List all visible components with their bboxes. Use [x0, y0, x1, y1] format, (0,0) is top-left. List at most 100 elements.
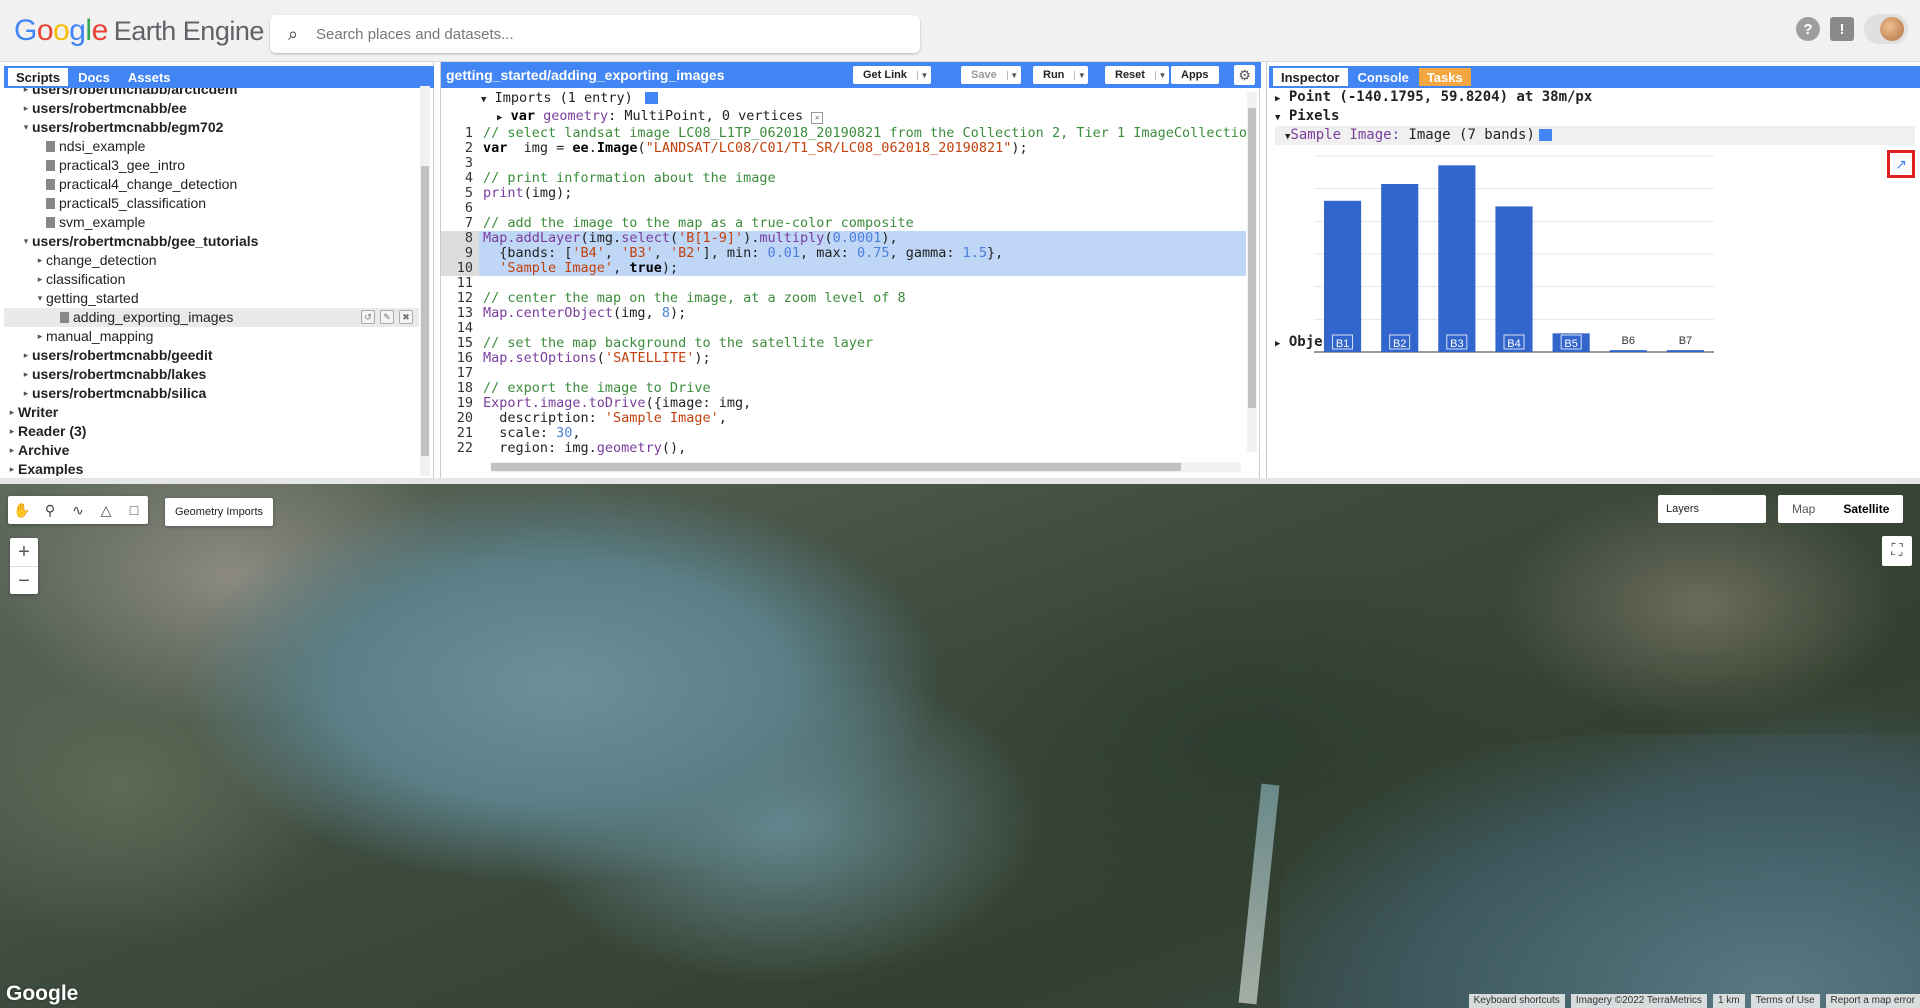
script-folder-item[interactable]: ▾ getting_started — [4, 289, 419, 308]
code-line[interactable]: 1 // select landsat image LC08_L1TP_06201… — [441, 126, 1246, 141]
script-file-item[interactable]: practical5_classification — [4, 194, 419, 213]
line-number[interactable]: 2 — [441, 141, 479, 156]
script-file-item[interactable]: ndsi_example — [4, 137, 419, 156]
line-number[interactable]: 7 — [441, 216, 479, 231]
line-number[interactable]: 1 — [441, 126, 479, 141]
chevron-down-icon[interactable]: ▾ — [34, 289, 46, 308]
script-folder-item[interactable]: ▸ users/robertmcnabb/geedit — [4, 346, 419, 365]
chart-bar[interactable] — [1609, 350, 1647, 352]
code-line[interactable]: 6 — [441, 201, 1246, 216]
code-line[interactable]: 5 print(img); — [441, 186, 1246, 201]
script-folder-item[interactable]: ▸ users/robertmcnabb/ee — [4, 99, 419, 118]
chevron-down-icon[interactable]: ▼ — [1154, 70, 1169, 80]
code-line[interactable]: 10 'Sample Image', true); — [441, 261, 1246, 276]
code-line[interactable]: 15 // set the map background to the satel… — [441, 336, 1246, 351]
line-number[interactable]: 3 — [441, 156, 479, 171]
chevron-down-icon[interactable]: ▼ — [1074, 70, 1088, 80]
chart-bar[interactable] — [1666, 350, 1704, 352]
logo[interactable]: Google Earth Engine — [14, 14, 264, 48]
chevron-right-icon[interactable]: ▸ — [6, 403, 18, 422]
chevron-right-icon[interactable]: ▸ — [20, 99, 32, 118]
line-number[interactable]: 11 — [441, 276, 479, 291]
zoom-in-icon[interactable]: + — [10, 538, 38, 566]
code-line[interactable]: 18 // export the image to Drive — [441, 381, 1246, 396]
terms-link[interactable]: Terms of Use — [1750, 994, 1820, 1008]
code-line[interactable]: 11 — [441, 276, 1246, 291]
editor-horizontal-scrollbar[interactable] — [491, 462, 1241, 472]
tab-inspector[interactable]: Inspector — [1273, 68, 1348, 86]
code-line[interactable]: 8 Map.addLayer(img.select('B[1-9]').multi… — [441, 231, 1246, 246]
script-folder-item[interactable]: ▸ users/robertmcnabb/silica — [4, 384, 419, 403]
script-folder-item[interactable]: ▸ Archive — [4, 441, 419, 460]
zoom-out-icon[interactable]: − — [10, 566, 38, 594]
line-number[interactable]: 4 — [441, 171, 479, 186]
run-button[interactable]: Run ▼ — [1033, 66, 1089, 84]
line-number[interactable]: 20 — [441, 411, 479, 426]
keyboard-shortcuts-link[interactable]: Keyboard shortcuts — [1468, 994, 1565, 1008]
line-number[interactable]: 13 — [441, 306, 479, 321]
list-icon[interactable] — [1538, 129, 1552, 141]
apps-button[interactable]: Apps — [1171, 66, 1219, 84]
edit-icon[interactable]: ✎ — [380, 310, 394, 324]
chevron-down-icon[interactable]: ▾ — [20, 232, 32, 251]
line-number[interactable]: 15 — [441, 336, 479, 351]
line-icon[interactable]: ∿ — [64, 496, 92, 524]
gear-icon[interactable]: ⚙ — [1234, 65, 1255, 85]
line-number[interactable]: 8 — [441, 231, 479, 246]
code-line[interactable]: 3 — [441, 156, 1246, 171]
script-folder-item[interactable]: ▸ Writer — [4, 403, 419, 422]
map-type-satellite[interactable]: Satellite — [1829, 495, 1903, 523]
code-line[interactable]: 16 Map.setOptions('SATELLITE'); — [441, 351, 1246, 366]
line-number[interactable]: 5 — [441, 186, 479, 201]
import-row[interactable]: ▶ var geometry: MultiPoint, 0 vertices ✕ — [441, 107, 1241, 125]
chevron-right-icon[interactable]: ▸ — [20, 346, 32, 365]
script-file-item[interactable]: practical3_gee_intro — [4, 156, 419, 175]
code-line[interactable]: 20 description: 'Sample Image', — [441, 411, 1246, 426]
save-button[interactable]: Save ▼ — [961, 66, 1021, 84]
line-number[interactable]: 6 — [441, 201, 479, 216]
line-number[interactable]: 18 — [441, 381, 479, 396]
chevron-right-icon[interactable]: ▸ — [20, 365, 32, 384]
geometry-imports-button[interactable]: Geometry Imports — [165, 498, 274, 526]
chevron-right-icon[interactable]: ▸ — [6, 422, 18, 441]
tab-scripts[interactable]: Scripts — [8, 68, 69, 86]
script-file-item[interactable]: svm_example — [4, 213, 419, 232]
hand-icon[interactable]: ✋ — [8, 496, 36, 524]
tab-console[interactable]: Console — [1350, 68, 1417, 86]
chevron-right-icon[interactable]: ▸ — [34, 270, 46, 289]
code-line[interactable]: 13 Map.centerObject(img, 8); — [441, 306, 1246, 321]
tab-assets[interactable]: Assets — [120, 68, 179, 86]
map-type-map[interactable]: Map — [1778, 495, 1829, 523]
script-folder-item[interactable]: ▸ Reader (3) — [4, 422, 419, 441]
script-folder-item[interactable]: ▸ classification — [4, 270, 419, 289]
feedback-icon[interactable]: ! — [1830, 17, 1854, 41]
chevron-down-icon[interactable]: ▼ — [917, 70, 931, 80]
sample-image-row[interactable]: ▼Sample Image: Image (7 bands) — [1275, 126, 1915, 145]
code-line[interactable]: 12 // center the map on the image, at a z… — [441, 291, 1246, 306]
code-line[interactable]: 22 region: img.geometry(), — [441, 441, 1246, 456]
chevron-down-icon[interactable]: ▼ — [1006, 70, 1021, 80]
chart-bar[interactable] — [1324, 200, 1362, 352]
code-line[interactable]: 7 // add the image to the map as a true-c… — [441, 216, 1246, 231]
list-icon[interactable] — [644, 92, 658, 104]
fullscreen-icon[interactable]: ⛶ — [1882, 536, 1912, 566]
line-number[interactable]: 16 — [441, 351, 479, 366]
scrollbar-thumb[interactable] — [1248, 108, 1256, 408]
code-line[interactable]: 9 {bands: ['B4', 'B3', 'B2'], min: 0.01,… — [441, 246, 1246, 261]
chart-bar[interactable] — [1381, 184, 1419, 352]
code-line[interactable]: 14 — [441, 321, 1246, 336]
history-icon[interactable]: ↺ — [361, 310, 375, 324]
line-number[interactable]: 22 — [441, 441, 479, 456]
code-line[interactable]: 2 var img = ee.Image("LANDSAT/LC08/C01/T1… — [441, 141, 1246, 156]
chart-bar[interactable] — [1438, 165, 1476, 352]
marker-icon[interactable]: ⚲ — [36, 496, 64, 524]
chevron-down-icon[interactable]: ▾ — [20, 118, 32, 137]
tab-docs[interactable]: Docs — [70, 68, 118, 86]
search-input[interactable] — [316, 25, 896, 43]
code-line[interactable]: 19 Export.image.toDrive({image: img, — [441, 396, 1246, 411]
script-folder-item[interactable]: ▸ change_detection — [4, 251, 419, 270]
code-line[interactable]: 4 // print information about the image — [441, 171, 1246, 186]
line-number[interactable]: 14 — [441, 321, 479, 336]
delete-icon[interactable]: ✖ — [399, 310, 413, 324]
chevron-right-icon[interactable]: ▸ — [20, 88, 32, 99]
